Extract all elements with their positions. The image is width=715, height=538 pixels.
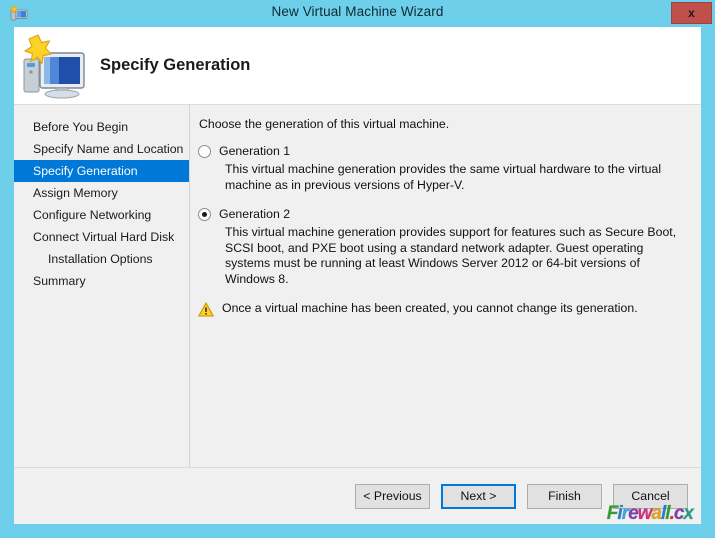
sidebar-item-summary[interactable]: Summary bbox=[14, 270, 189, 292]
sidebar-item-specify-generation[interactable]: Specify Generation bbox=[14, 160, 189, 182]
generation-2-radio[interactable] bbox=[198, 208, 211, 221]
sidebar-item-configure-networking[interactable]: Configure Networking bbox=[14, 204, 189, 226]
generation-warning: Once a virtual machine has been created,… bbox=[198, 301, 683, 317]
generation-2-option[interactable]: Generation 2 bbox=[198, 207, 683, 221]
wizard-banner: Specify Generation bbox=[14, 27, 701, 105]
generation-1-description: This virtual machine generation provides… bbox=[225, 162, 662, 192]
computer-monitor-star-icon bbox=[18, 33, 90, 99]
window-title: New Virtual Machine Wizard bbox=[271, 4, 444, 19]
generation-1-radio[interactable] bbox=[198, 145, 211, 158]
close-button[interactable]: x bbox=[671, 2, 712, 24]
sidebar-item-before-you-begin[interactable]: Before You Begin bbox=[14, 116, 189, 138]
wizard-steps-sidebar: Before You Begin Specify Name and Locati… bbox=[14, 105, 190, 467]
dialog-middle: Before You Begin Specify Name and Locati… bbox=[14, 105, 701, 467]
firewall-cx-watermark: Firewall.cx bbox=[606, 503, 694, 524]
warning-triangle-icon bbox=[198, 302, 214, 317]
content-pane: Choose the generation of this virtual ma… bbox=[190, 105, 701, 467]
previous-button[interactable]: < Previous bbox=[355, 483, 430, 509]
instruction-text: Choose the generation of this virtual ma… bbox=[199, 117, 450, 131]
generation-1-option[interactable]: Generation 1 bbox=[198, 144, 683, 158]
generation-1-label: Generation 1 bbox=[219, 144, 291, 158]
dialog-footer: < Previous Next > Finish Cancel Firewall… bbox=[14, 467, 701, 524]
dialog-body: Specify Generation Before You Begin Spec… bbox=[14, 27, 701, 524]
generation-2-description: This virtual machine generation provides… bbox=[225, 225, 677, 286]
finish-button[interactable]: Finish bbox=[527, 483, 602, 509]
title-bar: New Virtual Machine Wizard x bbox=[0, 0, 715, 27]
generation-2-label: Generation 2 bbox=[219, 207, 291, 221]
wizard-window: New Virtual Machine Wizard x Specify Gen… bbox=[0, 0, 715, 538]
sidebar-item-specify-name-and-location[interactable]: Specify Name and Location bbox=[14, 138, 189, 160]
sidebar-item-installation-options[interactable]: Installation Options bbox=[14, 248, 189, 270]
warning-text: Once a virtual machine has been created,… bbox=[222, 301, 638, 315]
page-title: Specify Generation bbox=[100, 56, 251, 74]
next-button[interactable]: Next > bbox=[441, 483, 516, 509]
sidebar-item-connect-virtual-hard-disk[interactable]: Connect Virtual Hard Disk bbox=[14, 226, 189, 248]
sidebar-item-assign-memory[interactable]: Assign Memory bbox=[14, 182, 189, 204]
